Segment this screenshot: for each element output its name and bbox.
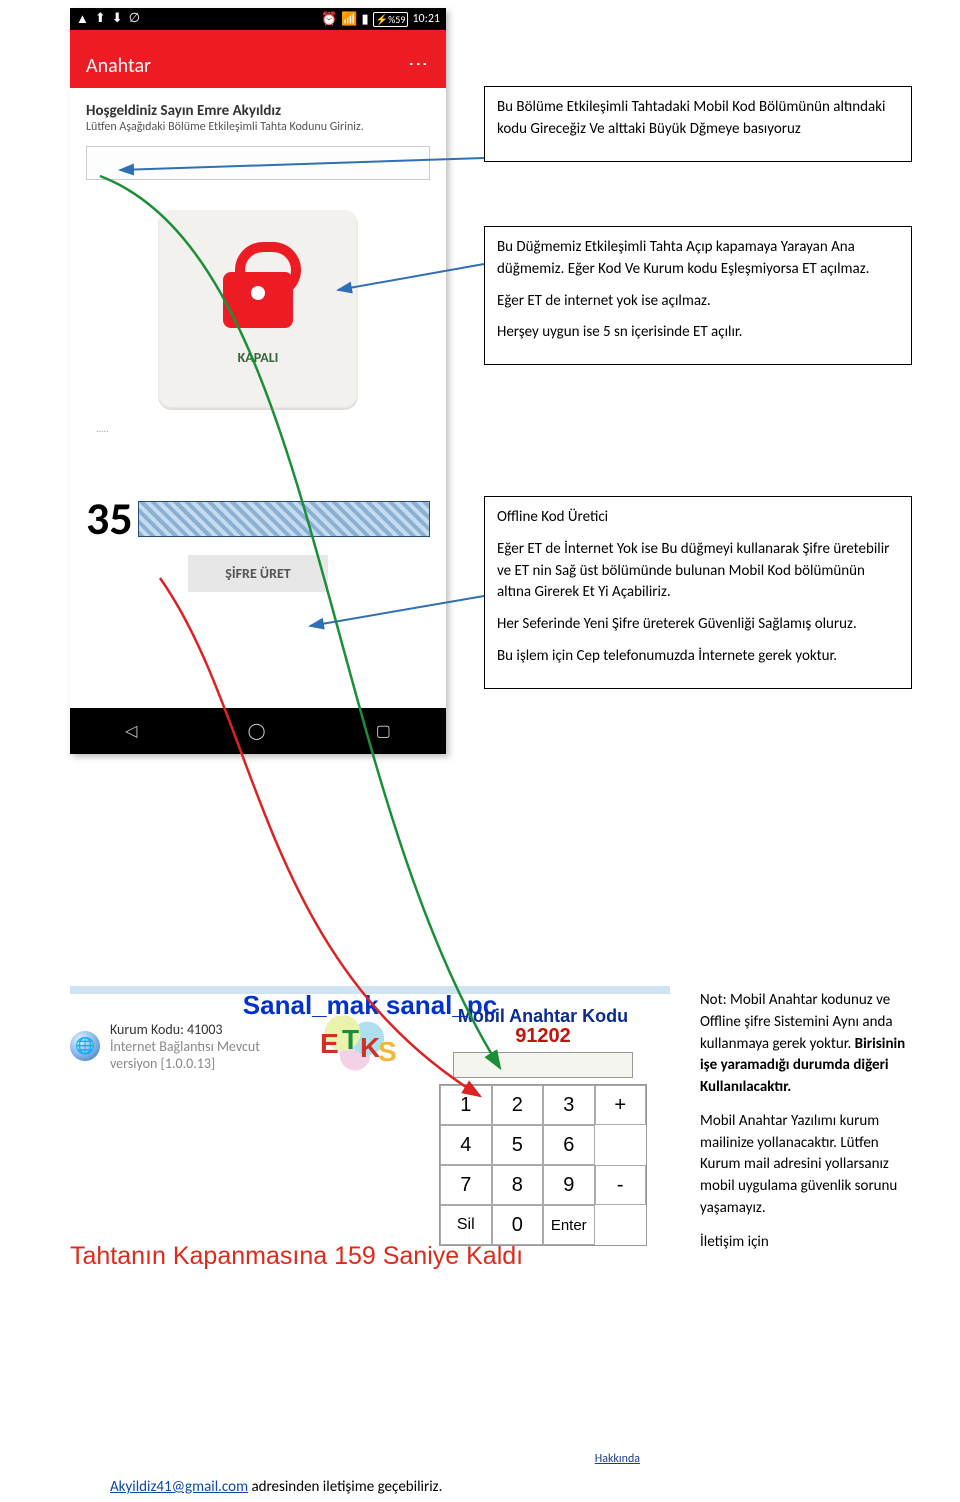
callout-text: Her Seferinde Yeni Şifre üreterek Güvenl… [497, 614, 899, 636]
key-7[interactable]: 7 [440, 1165, 492, 1205]
mobile-key-panel: Mobil Anahtar Kodu 91202 1 2 3 + 4 5 6 7… [420, 1006, 666, 1246]
note-p1: Not: Mobil Anahtar kodunuz ve Offline şi… [700, 990, 920, 1099]
lock-toggle-button[interactable]: KAPALI [158, 210, 358, 410]
callout-main-button: Bu Düğmemiz Etkileşimli Tahta Açıp kapam… [484, 226, 912, 365]
footer-contact: Akyildiz41@gmail.com adresinden iletişim… [110, 1478, 442, 1496]
tablet-app-section: Sanal_mak sanal_pc 🌐 Kurum Kodu: 41003 İ… [70, 986, 670, 1271]
key-3[interactable]: 3 [543, 1085, 595, 1125]
callout-title: Offline Kod Üretici [497, 507, 899, 529]
lock-state-label: KAPALI [238, 349, 279, 366]
info-text-block: Kurum Kodu: 41003 İnternet Bağlantısı Me… [110, 1021, 260, 1072]
mak-title: Mobil Anahtar Kodu [420, 1006, 666, 1027]
home-icon[interactable]: ◯ [248, 721, 266, 741]
callout-text: Eğer ET de internet yok ise açılmaz. [497, 291, 899, 313]
lock-icon [213, 255, 303, 345]
generated-code-prefix: 35 [86, 491, 130, 547]
about-link[interactable]: Hakkında [595, 1452, 640, 1466]
code-input[interactable] [86, 146, 430, 180]
countdown-text: Tahtanın Kapanmasına 159 Saniye Kaldı [70, 1242, 670, 1271]
generate-password-button[interactable]: ŞİFRE ÜRET [188, 555, 328, 592]
version-label: versiyon [1.0.0.13] [110, 1055, 260, 1072]
status-bar: ▲ ⬆ ⬇ ∅ ⏰ 📶 ▮ ⚡%59 10:21 [70, 8, 446, 30]
callout-offline-generator: Offline Kod Üretici Eğer ET de İnternet … [484, 496, 912, 689]
key-minus[interactable]: - [595, 1165, 647, 1205]
globe-icon: 🌐 [70, 1031, 100, 1061]
callout-text: Bu Bölüme Etkileşimli Tahtadaki Mobil Ko… [497, 97, 899, 141]
key-0[interactable]: 0 [492, 1205, 544, 1245]
status-time: 10:21 [412, 12, 440, 26]
key-enter[interactable]: Enter [543, 1205, 595, 1245]
mak-code-value: 91202 [420, 1025, 666, 1048]
kurum-label: Kurum Kodu: [110, 1021, 184, 1038]
numeric-keypad: 1 2 3 + 4 5 6 7 8 9 - Sil 0 Enter [439, 1084, 647, 1246]
note-p2: Mobil Anahtar Yazılımı kurum mailinize y… [700, 1111, 920, 1220]
note-p3: İletişim için [700, 1232, 920, 1254]
wifi-icon: 📶 [341, 12, 357, 27]
key-1[interactable]: 1 [440, 1085, 492, 1125]
internet-status: İnternet Bağlantısı Mevcut [110, 1038, 260, 1055]
generated-code-row: 35 [86, 491, 430, 547]
key-6[interactable]: 6 [543, 1125, 595, 1165]
key-4[interactable]: 4 [440, 1125, 492, 1165]
code-redacted-area [138, 501, 430, 537]
battery-icon: ⚡%59 [373, 12, 409, 27]
key-5[interactable]: 5 [492, 1125, 544, 1165]
callout-text: Bu işlem için Cep telefonumuzda İnternet… [497, 646, 899, 668]
upload-icon: ⬆ [95, 11, 106, 27]
mak-input[interactable] [453, 1052, 633, 1078]
key-2[interactable]: 2 [492, 1085, 544, 1125]
welcome-block: Hoşgeldiniz Sayın Emre Akyıldız Lütfen A… [70, 88, 446, 140]
key-9[interactable]: 9 [543, 1165, 595, 1205]
welcome-sub: Lütfen Aşağıdaki Bölüme Etkileşimli Taht… [86, 120, 430, 134]
etks-logo: ETKS [320, 1010, 400, 1080]
app-title: Anahtar [86, 54, 151, 78]
recent-icon[interactable]: ▢ [376, 721, 391, 741]
back-icon[interactable]: ◁ [125, 721, 137, 741]
welcome-heading: Hoşgeldiniz Sayın Emre Akyıldız [86, 102, 430, 120]
alarm-icon: ⏰ [321, 12, 337, 27]
callout-code-entry: Bu Bölüme Etkileşimli Tahtadaki Mobil Ko… [484, 86, 912, 162]
kurum-value: 41003 [187, 1021, 222, 1038]
app-bar: Anahtar ⋮ [70, 30, 446, 88]
callout-text: Eğer ET de İnternet Yok ise Bu düğmeyi k… [497, 539, 899, 604]
key-8[interactable]: 8 [492, 1165, 544, 1205]
phone-screenshot: ▲ ⬆ ⬇ ∅ ⏰ 📶 ▮ ⚡%59 10:21 Anahtar ⋮ Hoşge… [70, 8, 446, 754]
usage-note: Not: Mobil Anahtar kodunuz ve Offline şi… [700, 990, 920, 1265]
contact-email-link[interactable]: Akyildiz41@gmail.com [110, 1478, 248, 1496]
sync-icon: ∅ [129, 11, 140, 27]
image-icon: ▲ [76, 11, 89, 27]
callout-text: Herşey uygun ise 5 sn içerisinde ET açıl… [497, 322, 899, 344]
callout-text: Bu Düğmemiz Etkileşimli Tahta Açıp kapam… [497, 237, 899, 281]
overflow-menu-icon[interactable]: ⋮ [406, 54, 431, 77]
android-navbar: ◁ ◯ ▢ [70, 708, 446, 754]
signal-icon: ▮ [362, 12, 369, 27]
key-sil[interactable]: Sil [440, 1205, 492, 1245]
loading-dots: ..... [96, 422, 446, 435]
key-plus[interactable]: + [595, 1085, 647, 1125]
download-icon: ⬇ [112, 11, 123, 27]
footer-rest: adresinden iletişime geçebiliriz. [248, 1478, 442, 1496]
